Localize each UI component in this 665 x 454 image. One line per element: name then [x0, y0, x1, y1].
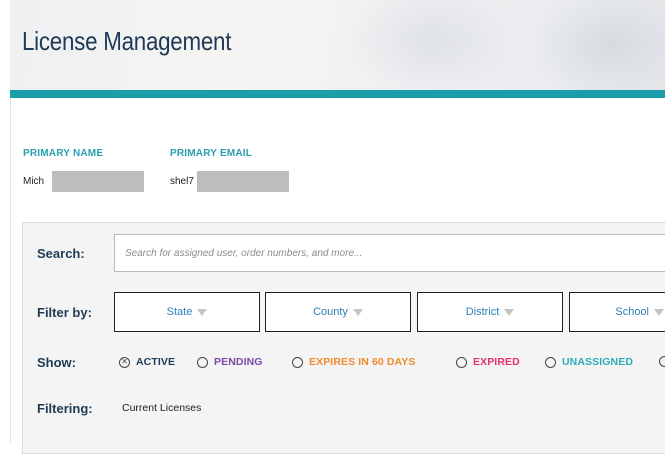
district-select-label: District	[465, 306, 500, 318]
primary-name-value: Mich	[23, 176, 45, 187]
filtering-label: Filtering:	[37, 401, 93, 416]
chevron-down-icon	[504, 308, 515, 316]
show-label: Show:	[37, 355, 76, 370]
page-header: License Management	[10, 0, 665, 98]
search-label: Search:	[37, 246, 85, 261]
primary-name-label: PRIMARY NAME	[23, 148, 104, 159]
radio-icon[interactable]	[545, 356, 556, 368]
chevron-down-icon	[352, 308, 363, 316]
radio-icon[interactable]	[197, 356, 208, 368]
show-unassigned-option[interactable]: UNASSIGNED	[545, 356, 633, 368]
page-title: License Management	[22, 26, 232, 56]
filtering-value: Current Licenses	[122, 402, 202, 414]
header-background-2	[530, 0, 665, 90]
header-background	[340, 0, 520, 90]
primary-email-value: shel7	[170, 176, 194, 187]
radio-selected-icon[interactable]: ✕	[119, 356, 130, 368]
county-select[interactable]: County	[265, 292, 411, 332]
redacted-name	[52, 171, 144, 192]
radio-icon[interactable]	[659, 356, 665, 367]
show-expired-option[interactable]: EXPIRED	[456, 356, 520, 368]
show-active-label: ACTIVE	[136, 356, 176, 368]
show-active-option[interactable]: ✕ ACTIVE	[119, 356, 175, 368]
school-select-label: School	[615, 306, 649, 318]
show-pending-option[interactable]: PENDING	[197, 356, 263, 368]
show-expiring-label: EXPIRES IN 60 DAYS	[309, 356, 416, 368]
chevron-down-icon	[197, 308, 208, 316]
radio-icon[interactable]	[456, 356, 467, 368]
show-more-option[interactable]	[659, 356, 665, 367]
filter-label: Filter by:	[37, 305, 92, 320]
school-select[interactable]: School	[569, 292, 665, 332]
radio-icon[interactable]	[292, 356, 303, 368]
show-expiring-option[interactable]: EXPIRES IN 60 DAYS	[292, 356, 415, 368]
chevron-down-icon	[654, 308, 664, 316]
search-input[interactable]: Search for assigned user, order numbers,…	[114, 234, 665, 272]
show-expired-label: EXPIRED	[473, 356, 520, 368]
district-select[interactable]: District	[417, 292, 563, 332]
state-select-label: State	[166, 306, 193, 318]
search-placeholder: Search for assigned user, order numbers,…	[125, 247, 363, 259]
primary-email-label: PRIMARY EMAIL	[170, 148, 253, 159]
redacted-email	[197, 171, 289, 192]
show-unassigned-label: UNASSIGNED	[562, 356, 634, 368]
show-pending-label: PENDING	[214, 356, 263, 368]
state-select[interactable]: State	[114, 292, 260, 332]
county-select-label: County	[313, 306, 348, 318]
